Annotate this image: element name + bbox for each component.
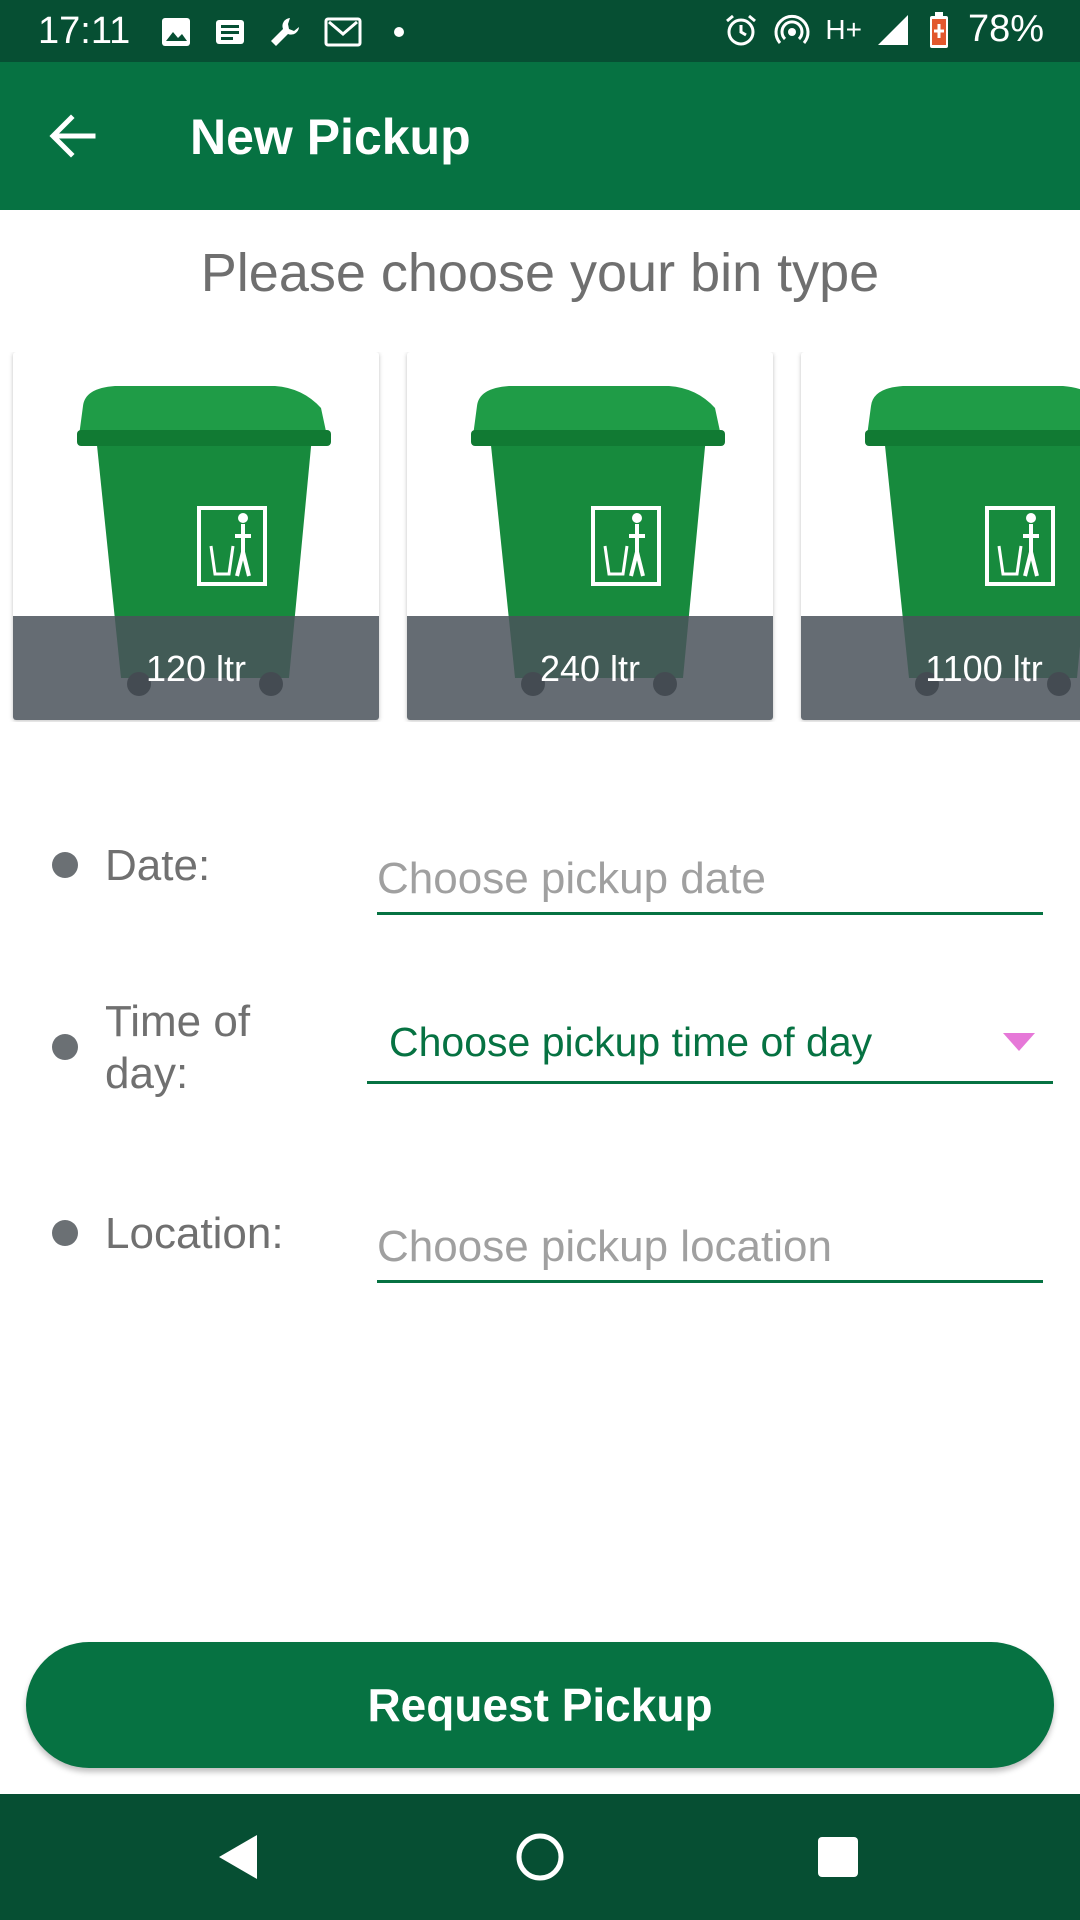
bin-card-1100[interactable]: 1100 ltr [801,352,1080,720]
alarm-icon [723,10,759,50]
bin-card-120[interactable]: 120 ltr [13,352,379,720]
nav-back-button[interactable] [206,1824,272,1890]
bin-type-carousel[interactable]: 120 ltr 240 ltr 1100 ltr [0,352,1080,722]
date-field[interactable]: Choose pickup date [377,840,1043,915]
time-of-day-label-line2: day: [105,1049,189,1098]
gmail-icon [324,12,362,52]
battery-level: 78% [967,8,1044,50]
location-label: Location: [105,1209,284,1258]
time-of-day-dropdown[interactable]: Choose pickup time of day [367,1003,1053,1084]
home-circle-icon [516,1833,564,1881]
recents-square-icon [818,1837,858,1877]
wrench-icon [268,12,302,52]
notification-icons [160,12,414,52]
date-placeholder: Choose pickup date [377,854,766,903]
location-field[interactable]: Choose pickup location [377,1208,1043,1283]
back-button[interactable] [34,98,110,174]
signal-icon [876,10,910,50]
status-time: 17:11 [38,10,131,52]
news-icon [214,12,246,52]
battery-icon [924,10,954,50]
time-of-day-label: Time of day: [105,996,250,1100]
system-icons: H+ 78% [723,8,1044,51]
time-of-day-value: Choose pickup time of day [389,1019,873,1065]
dropdown-arrow-icon [1003,1033,1035,1051]
network-type: H+ [825,13,862,45]
bin-size-label: 240 ltr [539,648,641,689]
date-label: Date: [105,841,211,890]
app-bar: New Pickup [0,62,1080,210]
back-triangle-icon [219,1835,257,1879]
bullet-icon [52,852,78,878]
bullet-icon [52,1034,78,1060]
time-of-day-label-line1: Time of [105,997,251,1046]
hotspot-icon [773,10,811,50]
nav-home-button[interactable] [507,1824,573,1890]
bin-size-label: 120 ltr [145,648,247,689]
page-title: New Pickup [190,109,471,165]
location-placeholder: Choose pickup location [377,1222,832,1271]
image-icon [160,12,192,52]
bin-card-240[interactable]: 240 ltr [407,352,773,720]
nav-recents-button[interactable] [805,1824,871,1890]
request-pickup-button[interactable]: Request Pickup [26,1642,1054,1768]
bullet-icon [52,1220,78,1246]
bin-size-label: 1100 ltr [925,648,1043,689]
bin-type-heading: Please choose your bin type [200,243,880,303]
dot-icon [384,12,414,52]
arrow-left-icon [49,114,96,158]
navigation-bar [0,1794,1080,1920]
status-bar: 17:11 H+ 78% [0,0,1080,62]
